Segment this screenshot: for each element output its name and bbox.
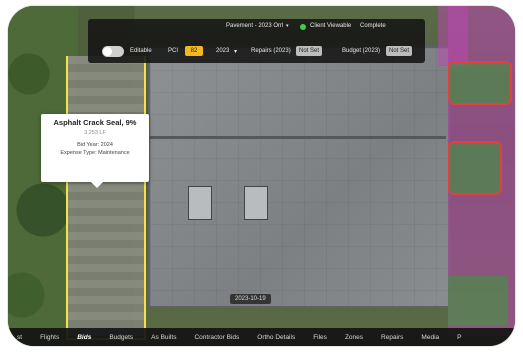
pci-label: PCI bbox=[168, 48, 179, 54]
map-popup[interactable]: Asphalt Crack Seal, 9% 3,253 LF Bid Year… bbox=[41, 114, 149, 188]
nav-tab-st[interactable]: st bbox=[8, 334, 31, 341]
nav-tab-p[interactable]: P bbox=[448, 334, 470, 341]
bottom-nav: st Flights Bids Budgets As Builts Contractor … bbox=[8, 328, 515, 346]
nav-tab-zones[interactable]: Zones bbox=[336, 334, 372, 341]
roof-divider bbox=[148, 136, 446, 139]
nav-tab-flights[interactable]: Flights bbox=[31, 334, 68, 341]
nav-tab-media[interactable]: Media bbox=[412, 334, 448, 341]
chevron-down-icon[interactable]: ▾ bbox=[234, 48, 237, 55]
layer-title[interactable]: Pavement - 2023 Orrl bbox=[226, 23, 283, 29]
nav-tab-files[interactable]: Files bbox=[304, 334, 336, 341]
complete-label[interactable]: Complete bbox=[360, 23, 386, 29]
toggle-knob bbox=[103, 47, 112, 56]
building-roof bbox=[148, 46, 450, 308]
popup-subtitle: 3,253 LF bbox=[84, 130, 106, 136]
year-select[interactable]: 2023 bbox=[216, 48, 229, 54]
editable-toggle[interactable] bbox=[102, 46, 124, 57]
repairs-badge[interactable]: Not Set bbox=[296, 46, 323, 56]
popup-pointer bbox=[91, 182, 103, 188]
zone-green[interactable] bbox=[448, 141, 502, 195]
map-toolbar: Pavement - 2023 Orrl ▾ Client Viewable C… bbox=[88, 19, 425, 63]
repairs-label: Repairs (2023) bbox=[251, 48, 291, 54]
popup-title: Asphalt Crack Seal, 9% bbox=[53, 118, 137, 127]
status-dot-icon bbox=[300, 24, 306, 30]
nav-tab-budgets[interactable]: Budgets bbox=[100, 334, 142, 341]
roof-hvac-unit bbox=[188, 186, 212, 220]
nav-tab-repairs[interactable]: Repairs bbox=[372, 334, 412, 341]
budget-label: Budget (2023) bbox=[342, 48, 381, 54]
editable-label: Editable bbox=[130, 48, 152, 54]
budget-badge[interactable]: Not Set bbox=[386, 46, 413, 56]
zone-green[interactable] bbox=[448, 276, 508, 326]
imagery-date-badge: 2023-10-19 bbox=[230, 294, 271, 304]
nav-tab-as-builts[interactable]: As Builts bbox=[142, 334, 185, 341]
popup-expense-type: Expense Type: Maintenance bbox=[60, 150, 130, 156]
chevron-down-icon[interactable]: ▾ bbox=[286, 23, 289, 29]
pci-badge: 82 bbox=[185, 46, 203, 56]
zone-boundary-yellow[interactable] bbox=[66, 56, 146, 340]
popup-bid-year: Bid Year: 2024 bbox=[77, 142, 113, 148]
nav-tab-contractor-bids[interactable]: Contractor Bids bbox=[185, 334, 248, 341]
zone-green[interactable] bbox=[448, 61, 512, 105]
nav-tab-ortho-details[interactable]: Ortho Details bbox=[248, 334, 304, 341]
nav-tab-bids[interactable]: Bids bbox=[68, 334, 100, 341]
roof-hvac-unit bbox=[244, 186, 268, 220]
client-viewable-label[interactable]: Client Viewable bbox=[310, 23, 351, 29]
map-frame: Pavement - 2023 Orrl ▾ Client Viewable C… bbox=[8, 6, 515, 346]
